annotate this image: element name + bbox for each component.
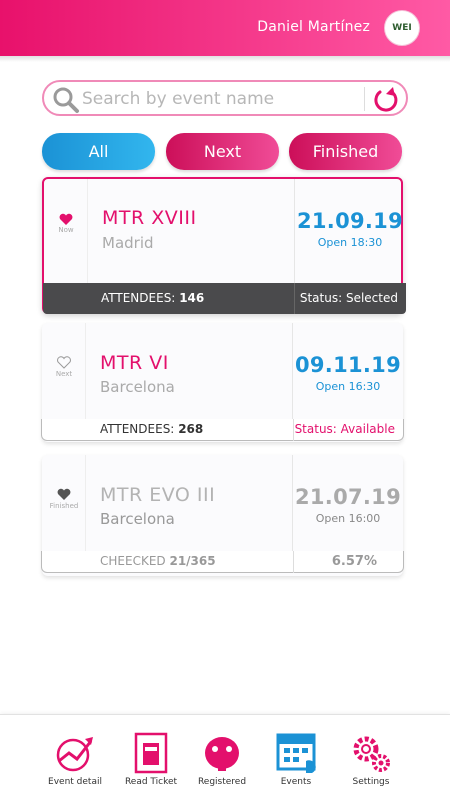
nav-label: Read Ticket: [124, 777, 178, 787]
filter-all-button[interactable]: All: [42, 133, 155, 170]
heart-filled-icon[interactable]: [44, 212, 88, 226]
refresh-icon[interactable]: [371, 85, 401, 115]
event-title: MTR EVO III: [100, 484, 216, 506]
event-state-column: Next: [42, 323, 86, 419]
status-text: Status: Selected: [300, 291, 398, 305]
checked-count: 21/365: [169, 554, 216, 568]
event-detail-icon: [56, 737, 93, 772]
bottom-navigation: Event detail Read Ticket Registered Even…: [0, 714, 450, 800]
nav-label: Events: [280, 777, 312, 787]
nav-registered[interactable]: Registered: [182, 731, 262, 797]
filter-finished-button[interactable]: Finished: [289, 133, 402, 170]
event-city: Madrid: [102, 234, 154, 252]
attendees-count: 268: [178, 422, 204, 436]
attendees-count: 146: [179, 291, 205, 305]
status-label: Status:: [299, 291, 343, 305]
search-input[interactable]: [82, 86, 362, 112]
event-state-column: Finished: [42, 455, 86, 551]
settings-gears-icon: [353, 736, 390, 772]
status-text: Status: Available: [295, 422, 395, 436]
event-card-mtr-xviii[interactable]: Now MTR XVIII Madrid 21.09.19 Open 18:30…: [42, 177, 406, 314]
user-name[interactable]: Daniel Martínez: [257, 19, 370, 35]
attendees-label: ATTENDEES:: [100, 422, 175, 436]
event-open-time: Open 16:30: [315, 380, 381, 393]
status-label: Status:: [294, 422, 337, 436]
events-calendar-icon: [276, 733, 316, 773]
company-logo[interactable]: WEI: [384, 10, 420, 46]
header-shadow: [0, 56, 450, 62]
event-state-label: Finished: [49, 502, 79, 510]
event-footer: ATTENDEES: 268 Status: Available: [41, 419, 404, 441]
checked-percent: 6.57%: [331, 554, 377, 569]
footer-divider: [293, 551, 294, 573]
app-header: Daniel Martínez WEI: [0, 0, 450, 56]
event-city: Barcelona: [100, 378, 175, 396]
checked-label: CHEECKED: [100, 554, 166, 568]
event-footer: CHEECKED 21/365 6.57%: [41, 551, 404, 573]
event-state-label: Next: [55, 370, 73, 378]
heart-filled-icon[interactable]: [42, 487, 86, 501]
heart-outline-icon[interactable]: [42, 355, 86, 369]
logo-text: WEI: [392, 23, 412, 33]
event-date: 21.07.19: [294, 485, 402, 509]
registered-icon: [205, 737, 239, 771]
status-value: Available: [340, 422, 395, 436]
search-bar: [42, 80, 408, 116]
attendees-label: ATTENDEES:: [101, 291, 176, 305]
nav-read-ticket[interactable]: Read Ticket: [111, 731, 191, 797]
event-state-label: Now: [58, 226, 74, 234]
event-title: MTR VI: [100, 352, 169, 374]
event-card-mtr-evo-iii[interactable]: Finished MTR EVO III Barcelona 21.07.19 …: [41, 455, 404, 576]
footer-divider: [294, 283, 295, 314]
event-state-column: Now: [44, 179, 88, 294]
event-open-time: Open 16:00: [315, 512, 381, 525]
nav-events[interactable]: Events: [256, 731, 336, 797]
nav-label: Registered: [197, 777, 247, 787]
attendees-text: ATTENDEES: 268: [100, 422, 203, 436]
event-city: Barcelona: [100, 510, 175, 528]
checked-text: CHEECKED 21/365: [100, 554, 216, 568]
event-card-mtr-vi[interactable]: Next MTR VI Barcelona 09.11.19 Open 16:3…: [41, 323, 404, 442]
attendees-text: ATTENDEES: 146: [101, 291, 204, 305]
filter-next-button[interactable]: Next: [166, 133, 279, 170]
event-open-time: Open 18:30: [317, 236, 383, 249]
event-footer: ATTENDEES: 146 Status: Selected: [43, 283, 406, 314]
read-ticket-icon: [134, 732, 168, 774]
search-divider: [364, 87, 365, 111]
nav-label: Settings: [352, 777, 390, 787]
nav-settings[interactable]: Settings: [331, 731, 411, 797]
event-date: 21.09.19: [296, 209, 404, 233]
nav-event-detail[interactable]: Event detail: [35, 731, 115, 797]
event-title: MTR XVIII: [102, 207, 197, 229]
nav-label: Event detail: [48, 777, 102, 787]
event-date: 09.11.19: [294, 353, 402, 377]
search-icon[interactable]: [52, 86, 80, 114]
status-value: Selected: [345, 291, 398, 305]
